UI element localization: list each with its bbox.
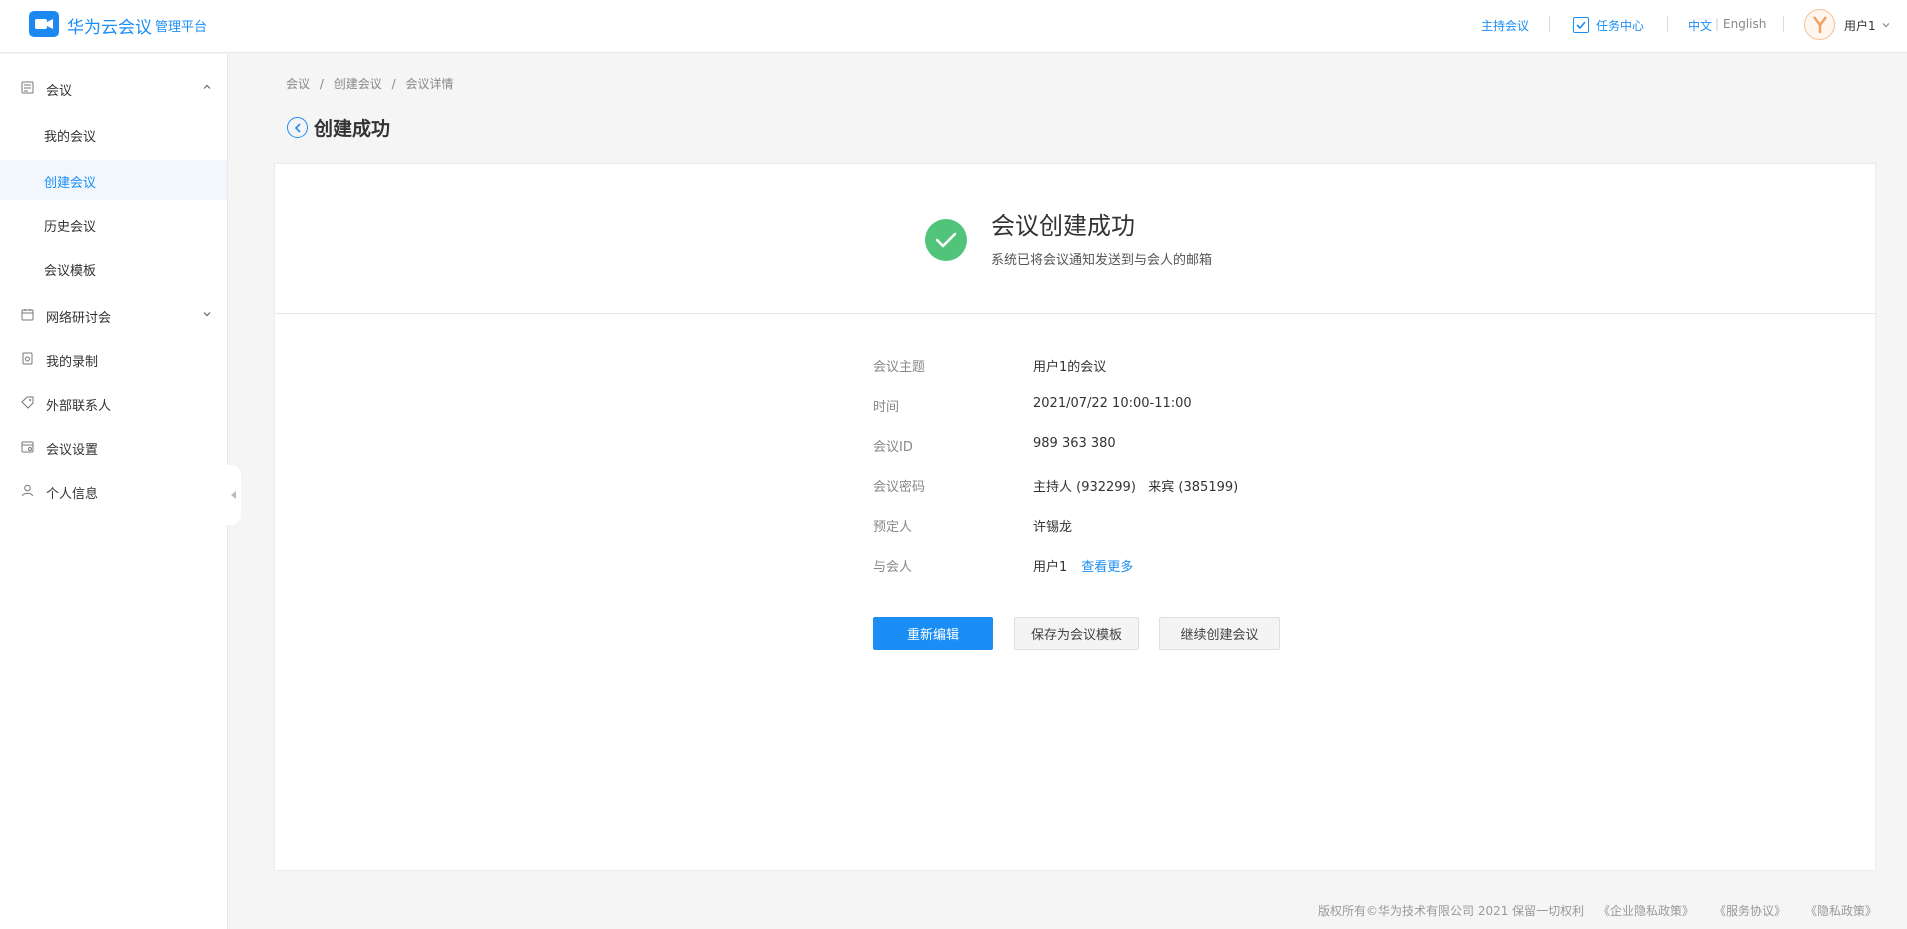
sidebar-item-label: 会议模板 bbox=[44, 264, 97, 279]
brand-name[interactable]: 华为云会议 bbox=[67, 13, 152, 38]
user-icon bbox=[22, 484, 33, 497]
breadcrumb-separator: / bbox=[391, 77, 396, 91]
sidebar-item-label: 创建会议 bbox=[44, 176, 97, 191]
detail-label: 会议密码 bbox=[873, 480, 926, 495]
detail-value: 2021/07/22 10:00-11:00 bbox=[1033, 396, 1192, 411]
video-camera-logo-icon[interactable] bbox=[29, 11, 59, 37]
breadcrumb-item-meeting-detail: 会议详情 bbox=[405, 77, 454, 91]
breadcrumb-separator: / bbox=[319, 77, 324, 91]
sidebar-item-label: 我的会议 bbox=[44, 130, 97, 145]
sidebar: 会议 我的会议 创建会议 历史会议 会议模板 网络研讨会 我的录制 外部联系人 … bbox=[0, 54, 228, 929]
header-divider bbox=[1783, 16, 1784, 32]
sidebar-collapse-handle[interactable] bbox=[227, 465, 241, 525]
page-title-row: 创建成功 bbox=[287, 114, 390, 141]
privacy-policy-link[interactable]: 《隐私政策》 bbox=[1805, 902, 1877, 919]
attendee-name: 用户1 bbox=[1033, 560, 1068, 575]
detail-label: 会议主题 bbox=[873, 360, 926, 375]
sidebar-item-personal-info[interactable]: 个人信息 bbox=[0, 471, 227, 511]
footer-copyright: 版权所有©华为技术有限公司 2021 保留一切权利 bbox=[1318, 904, 1585, 918]
meeting-icon bbox=[21, 81, 34, 94]
reedit-button[interactable]: 重新编辑 bbox=[873, 617, 993, 650]
save-as-template-button[interactable]: 保存为会议模板 bbox=[1014, 617, 1139, 650]
detail-value: 用户1 查看更多 bbox=[1033, 556, 1133, 575]
sidebar-item-label: 我的录制 bbox=[46, 355, 99, 370]
sidebar-item-external-contacts[interactable]: 外部联系人 bbox=[0, 383, 227, 423]
sidebar-item-create-meeting[interactable]: 创建会议 bbox=[0, 160, 227, 200]
tag-icon bbox=[21, 396, 34, 409]
brand-subtitle: 管理平台 bbox=[155, 20, 208, 35]
detail-label: 会议ID bbox=[873, 440, 913, 455]
continue-create-button[interactable]: 继续创建会议 bbox=[1159, 617, 1280, 650]
task-center-link[interactable]: 任务中心 bbox=[1596, 17, 1644, 34]
sidebar-item-my-meetings[interactable]: 我的会议 bbox=[0, 114, 227, 154]
sidebar-item-webinar[interactable]: 网络研讨会 bbox=[0, 295, 227, 335]
sidebar-item-label: 会议 bbox=[46, 84, 73, 99]
detail-value: 用户1的会议 bbox=[1033, 360, 1107, 375]
sidebar-item-meeting-settings[interactable]: 会议设置 bbox=[0, 427, 227, 467]
service-agreement-link[interactable]: 《服务协议》 bbox=[1714, 902, 1786, 919]
success-check-icon bbox=[925, 219, 967, 261]
sidebar-item-label: 外部联系人 bbox=[46, 399, 112, 414]
chevron-down-icon[interactable] bbox=[1882, 18, 1890, 33]
sidebar-item-meeting[interactable]: 会议 bbox=[0, 68, 227, 108]
page-title: 创建成功 bbox=[314, 118, 391, 140]
success-subtitle: 系统已将会议通知发送到与会人的邮箱 bbox=[991, 253, 1213, 268]
view-more-link[interactable]: 查看更多 bbox=[1081, 560, 1133, 575]
chevron-up-icon bbox=[203, 84, 211, 89]
user-name[interactable]: 用户1 bbox=[1844, 17, 1876, 34]
task-check-icon[interactable] bbox=[1573, 17, 1589, 33]
sidebar-item-label: 个人信息 bbox=[46, 487, 99, 502]
lang-separator: | bbox=[1715, 17, 1720, 31]
user-avatar[interactable] bbox=[1804, 9, 1835, 40]
detail-label: 时间 bbox=[873, 400, 900, 415]
sidebar-item-label: 历史会议 bbox=[44, 220, 97, 235]
detail-value: 许锡龙 bbox=[1033, 520, 1073, 535]
back-arrow-icon[interactable] bbox=[287, 117, 308, 138]
detail-value: 主持人 (932299) 来宾 (385199) bbox=[1033, 480, 1239, 495]
settings-calendar-icon bbox=[21, 441, 34, 453]
recording-file-icon bbox=[22, 352, 33, 365]
detail-label: 与会人 bbox=[873, 560, 913, 575]
chevron-down-icon bbox=[203, 312, 211, 317]
divider bbox=[275, 313, 1875, 314]
success-card: 会议创建成功 系统已将会议通知发送到与会人的邮箱 会议主题 用户1的会议 时间 … bbox=[274, 163, 1876, 871]
breadcrumb: 会议 / 创建会议 / 会议详情 bbox=[286, 75, 459, 92]
caret-left-icon bbox=[231, 491, 236, 499]
sidebar-item-my-recordings[interactable]: 我的录制 bbox=[0, 339, 227, 379]
sidebar-item-history-meetings[interactable]: 历史会议 bbox=[0, 204, 227, 244]
sidebar-item-label: 会议设置 bbox=[46, 443, 99, 458]
enterprise-privacy-link[interactable]: 《企业隐私政策》 bbox=[1598, 902, 1694, 919]
breadcrumb-item-meeting[interactable]: 会议 bbox=[286, 77, 310, 91]
breadcrumb-item-create-meeting[interactable]: 创建会议 bbox=[334, 77, 382, 91]
top-header: 华为云会议 管理平台 主持会议 任务中心 中文 | English 用户1 bbox=[0, 0, 1907, 53]
lang-zh-link[interactable]: 中文 bbox=[1688, 17, 1712, 34]
detail-value: 989 363 380 bbox=[1033, 436, 1116, 451]
success-title: 会议创建成功 bbox=[991, 212, 1135, 240]
calendar-icon bbox=[21, 309, 34, 321]
sidebar-item-label: 网络研讨会 bbox=[46, 311, 112, 326]
host-meeting-link[interactable]: 主持会议 bbox=[1481, 17, 1529, 34]
sidebar-item-meeting-templates[interactable]: 会议模板 bbox=[0, 248, 227, 288]
lang-en-link[interactable]: English bbox=[1723, 17, 1766, 31]
detail-label: 预定人 bbox=[873, 520, 913, 535]
header-divider bbox=[1667, 16, 1668, 32]
header-divider bbox=[1549, 16, 1550, 32]
